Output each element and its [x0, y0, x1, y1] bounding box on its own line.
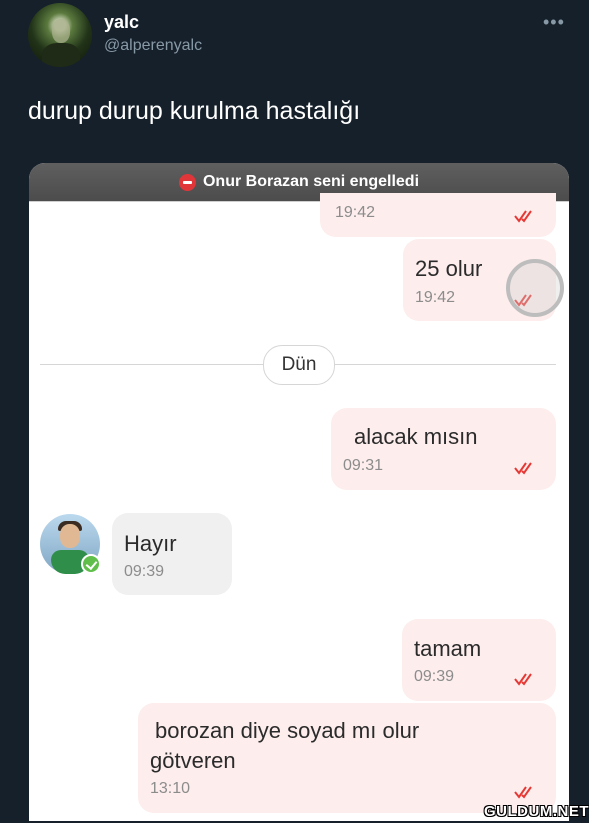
message-time: 19:42: [415, 289, 456, 306]
divider-line-right: [333, 364, 556, 365]
avatar-face: [52, 19, 70, 43]
read-ticks-icon: [514, 673, 532, 686]
message-text: 25 olur: [415, 256, 483, 281]
more-horizontal-icon[interactable]: •••: [543, 12, 565, 33]
tweet-header: yalc @alperenyalc •••: [0, 0, 589, 80]
no-entry-icon: [178, 173, 196, 191]
message-text-line-2: götveren: [150, 748, 236, 773]
message-time: 19:42: [335, 204, 376, 221]
chat-bubble-outgoing[interactable]: borozan diye soyad mı olur götveren 13:1…: [138, 703, 556, 813]
watermark: GULDUM.NET: [484, 803, 589, 820]
message-time: 09:31: [343, 457, 384, 474]
message-text: alacak mısın: [354, 424, 478, 449]
chat-bubble-incoming[interactable]: Hayır 09:39: [112, 513, 232, 595]
date-divider-label: Dün: [281, 354, 317, 375]
read-ticks-icon: [514, 210, 532, 223]
date-divider: Dün: [263, 345, 335, 385]
contact-avatar[interactable]: [40, 514, 101, 574]
user-avatar[interactable]: [28, 3, 92, 67]
message-text: Hayır: [124, 531, 177, 556]
chat-bubble-outgoing[interactable]: alacak mısın 09:31: [331, 408, 556, 490]
message-text-line-1: borozan diye soyad mı olur: [155, 718, 420, 743]
display-name[interactable]: yalc: [104, 12, 139, 33]
message-text: tamam: [414, 636, 482, 661]
chat-bubble-outgoing[interactable]: 19:42: [320, 193, 556, 237]
tweet-media-screenshot[interactable]: Onur Borazan seni engelledi 19:42 25 olu…: [29, 163, 569, 821]
tweet-text: durup durup kurulma hastalığı: [28, 97, 361, 125]
message-time: 09:39: [124, 563, 165, 580]
chat-bubble-outgoing[interactable]: tamam 09:39: [402, 619, 556, 701]
touch-indicator: [506, 259, 564, 317]
read-ticks-icon: [514, 462, 532, 475]
avatar-head: [60, 524, 80, 548]
read-ticks-icon: [514, 786, 532, 799]
message-time: 09:39: [414, 668, 455, 685]
blocked-banner-text: Onur Borazan seni engelledi: [202, 173, 420, 190]
divider-line-left: [40, 364, 263, 365]
avatar-body: [42, 43, 80, 67]
verified-check-icon: [81, 554, 101, 574]
user-handle[interactable]: @alperenyalc: [104, 37, 202, 55]
message-time: 13:10: [150, 780, 191, 797]
